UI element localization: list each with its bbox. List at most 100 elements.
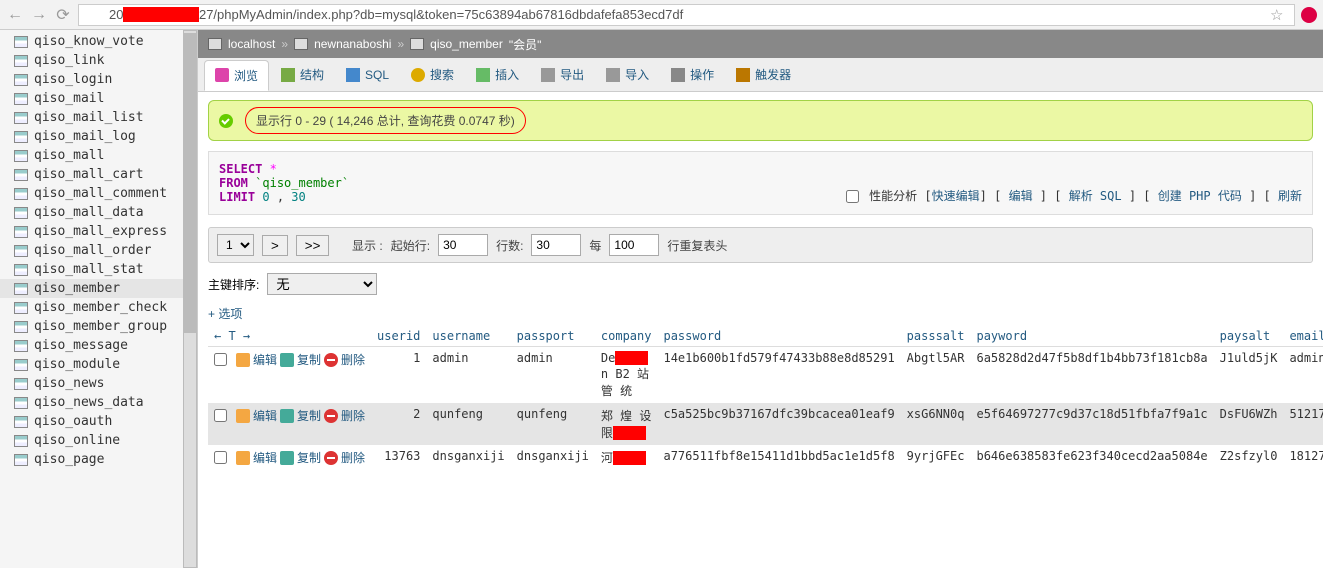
tab-browse[interactable]: 浏览 bbox=[204, 60, 269, 91]
cell-userid[interactable]: 13763 bbox=[371, 445, 426, 470]
edit-link[interactable]: 编辑 bbox=[253, 407, 277, 424]
cell-company[interactable]: 河 bbox=[595, 445, 658, 470]
sidebar-item-qiso_mall_cart[interactable]: qiso_mall_cart bbox=[0, 165, 197, 184]
tab-export[interactable]: 导出 bbox=[531, 60, 594, 89]
scrollbar-thumb[interactable] bbox=[184, 33, 196, 333]
tab-insert[interactable]: 插入 bbox=[466, 60, 529, 89]
sidebar-item-qiso_know_vote[interactable]: qiso_know_vote bbox=[0, 32, 197, 51]
cell-passsalt[interactable]: Abgtl5AR bbox=[901, 347, 971, 404]
cell-paysalt[interactable]: DsFU6WZh bbox=[1214, 403, 1284, 445]
sidebar-item-qiso_mail[interactable]: qiso_mail bbox=[0, 89, 197, 108]
tab-sql[interactable]: SQL bbox=[336, 62, 399, 88]
cell-userid[interactable]: 2 bbox=[371, 403, 426, 445]
delete-link[interactable]: 删除 bbox=[341, 351, 365, 368]
sidebar-item-qiso_message[interactable]: qiso_message bbox=[0, 336, 197, 355]
col-payword[interactable]: payword bbox=[970, 326, 1213, 347]
sidebar-item-qiso_news[interactable]: qiso_news bbox=[0, 374, 197, 393]
cell-passport[interactable]: qunfeng bbox=[511, 403, 595, 445]
sidebar-item-qiso_oauth[interactable]: qiso_oauth bbox=[0, 412, 197, 431]
cell-paysalt[interactable]: J1uld5jK bbox=[1214, 347, 1284, 404]
explain-link[interactable]: 解析 SQL bbox=[1069, 189, 1122, 203]
sidebar-item-qiso_mall_data[interactable]: qiso_mall_data bbox=[0, 203, 197, 222]
start-input[interactable] bbox=[438, 234, 488, 256]
col-username[interactable]: username bbox=[426, 326, 510, 347]
extension-icon[interactable] bbox=[1301, 7, 1317, 23]
sidebar-item-qiso_mail_list[interactable]: qiso_mail_list bbox=[0, 108, 197, 127]
col-passport[interactable]: passport bbox=[511, 326, 595, 347]
sidebar-item-qiso_mall_express[interactable]: qiso_mall_express bbox=[0, 222, 197, 241]
cell-passsalt[interactable]: 9yrjGFEc bbox=[901, 445, 971, 470]
sidebar-item-qiso_mall_order[interactable]: qiso_mall_order bbox=[0, 241, 197, 260]
sidebar-item-qiso_link[interactable]: qiso_link bbox=[0, 51, 197, 70]
delete-link[interactable]: 删除 bbox=[341, 449, 365, 466]
row-checkbox[interactable] bbox=[214, 451, 227, 464]
col-userid[interactable]: userid bbox=[371, 326, 426, 347]
sort-select[interactable]: 无 bbox=[267, 273, 377, 295]
sidebar-item-qiso_member[interactable]: qiso_member bbox=[0, 279, 197, 298]
cell-username[interactable]: dnsganxiji bbox=[426, 445, 510, 470]
copy-link[interactable]: 复制 bbox=[297, 407, 321, 424]
sidebar-item-qiso_online[interactable]: qiso_online bbox=[0, 431, 197, 450]
sidebar-item-qiso_mall_stat[interactable]: qiso_mall_stat bbox=[0, 260, 197, 279]
last-button[interactable]: >> bbox=[296, 235, 330, 256]
cell-passsalt[interactable]: xsG6NN0q bbox=[901, 403, 971, 445]
cell-email[interactable]: 1812712452 bbox=[1283, 445, 1323, 470]
tab-operations[interactable]: 操作 bbox=[661, 60, 724, 89]
cell-email[interactable]: 512176352@ bbox=[1283, 403, 1323, 445]
cell-paysalt[interactable]: Z2sfzyl0 bbox=[1214, 445, 1284, 470]
edit-inline-link[interactable]: 快速编辑 bbox=[932, 189, 980, 203]
row-checkbox[interactable] bbox=[214, 409, 227, 422]
sidebar-item-qiso_module[interactable]: qiso_module bbox=[0, 355, 197, 374]
edit-link[interactable]: 编辑 bbox=[253, 351, 277, 368]
cell-password[interactable]: c5a525bc9b37167dfc39bcacea01eaf9 bbox=[657, 403, 900, 445]
sidebar-item-qiso_mall[interactable]: qiso_mall bbox=[0, 146, 197, 165]
cell-company[interactable]: 郑 煌 设 限 bbox=[595, 403, 658, 445]
back-icon[interactable]: ← bbox=[6, 6, 24, 24]
cell-payword[interactable]: b646e638583fe623f340cecd2aa5084e bbox=[970, 445, 1213, 470]
cell-username[interactable]: qunfeng bbox=[426, 403, 510, 445]
edit-link[interactable]: 编辑 bbox=[253, 449, 277, 466]
cell-userid[interactable]: 1 bbox=[371, 347, 426, 404]
tab-triggers[interactable]: 触发器 bbox=[726, 60, 801, 89]
col-passsalt[interactable]: passsalt bbox=[901, 326, 971, 347]
sidebar-item-qiso_login[interactable]: qiso_login bbox=[0, 70, 197, 89]
breadcrumb-table[interactable]: qiso_member bbox=[430, 37, 503, 51]
cell-email[interactable]: admin@admi bbox=[1283, 347, 1323, 404]
copy-link[interactable]: 复制 bbox=[297, 449, 321, 466]
options-link[interactable]: + 选项 bbox=[208, 305, 242, 322]
tab-import[interactable]: 导入 bbox=[596, 60, 659, 89]
cell-passport[interactable]: dnsganxiji bbox=[511, 445, 595, 470]
arrow-left-icon[interactable]: ← bbox=[214, 329, 221, 343]
tab-structure[interactable]: 结构 bbox=[271, 60, 334, 89]
sidebar-item-qiso_member_check[interactable]: qiso_member_check bbox=[0, 298, 197, 317]
forward-icon[interactable]: → bbox=[30, 6, 48, 24]
cell-username[interactable]: admin bbox=[426, 347, 510, 404]
next-button[interactable]: > bbox=[262, 235, 288, 256]
page-select[interactable]: 1 bbox=[217, 234, 254, 256]
reload-icon[interactable]: ⟳ bbox=[54, 6, 72, 24]
copy-link[interactable]: 复制 bbox=[297, 351, 321, 368]
breadcrumb-db[interactable]: newnanaboshi bbox=[314, 37, 391, 51]
breadcrumb-host[interactable]: localhost bbox=[228, 37, 275, 51]
php-link[interactable]: 创建 PHP 代码 bbox=[1158, 189, 1242, 203]
sidebar-item-qiso_page[interactable]: qiso_page bbox=[0, 450, 197, 469]
cell-company[interactable]: De n B2 站管 统 bbox=[595, 347, 658, 404]
sidebar-item-qiso_mall_comment[interactable]: qiso_mall_comment bbox=[0, 184, 197, 203]
cell-payword[interactable]: 6a5828d2d47f5b8df1b4bb73f181cb8a bbox=[970, 347, 1213, 404]
every-input[interactable] bbox=[609, 234, 659, 256]
profiling-checkbox[interactable] bbox=[846, 190, 859, 203]
row-checkbox[interactable] bbox=[214, 353, 227, 366]
col-company[interactable]: company bbox=[595, 326, 658, 347]
url-bar[interactable]: 20 xxxxxxxxxxx 27/phpMyAdmin/index.php?d… bbox=[78, 4, 1295, 26]
cell-password[interactable]: 14e1b600b1fd579f47433b88e8d85291 bbox=[657, 347, 900, 404]
delete-link[interactable]: 删除 bbox=[341, 407, 365, 424]
tab-search[interactable]: 搜索 bbox=[401, 60, 464, 89]
col-email[interactable]: email bbox=[1283, 326, 1323, 347]
sidebar-item-qiso_mail_log[interactable]: qiso_mail_log bbox=[0, 127, 197, 146]
sidebar-item-qiso_news_data[interactable]: qiso_news_data bbox=[0, 393, 197, 412]
sidebar-scrollbar[interactable] bbox=[183, 30, 197, 568]
cell-password[interactable]: a776511fbf8e15411d1bbd5ac1e1d5f8 bbox=[657, 445, 900, 470]
col-paysalt[interactable]: paysalt bbox=[1214, 326, 1284, 347]
refresh-link[interactable]: 刷新 bbox=[1278, 189, 1302, 203]
edit-link[interactable]: 编辑 bbox=[1009, 189, 1033, 203]
